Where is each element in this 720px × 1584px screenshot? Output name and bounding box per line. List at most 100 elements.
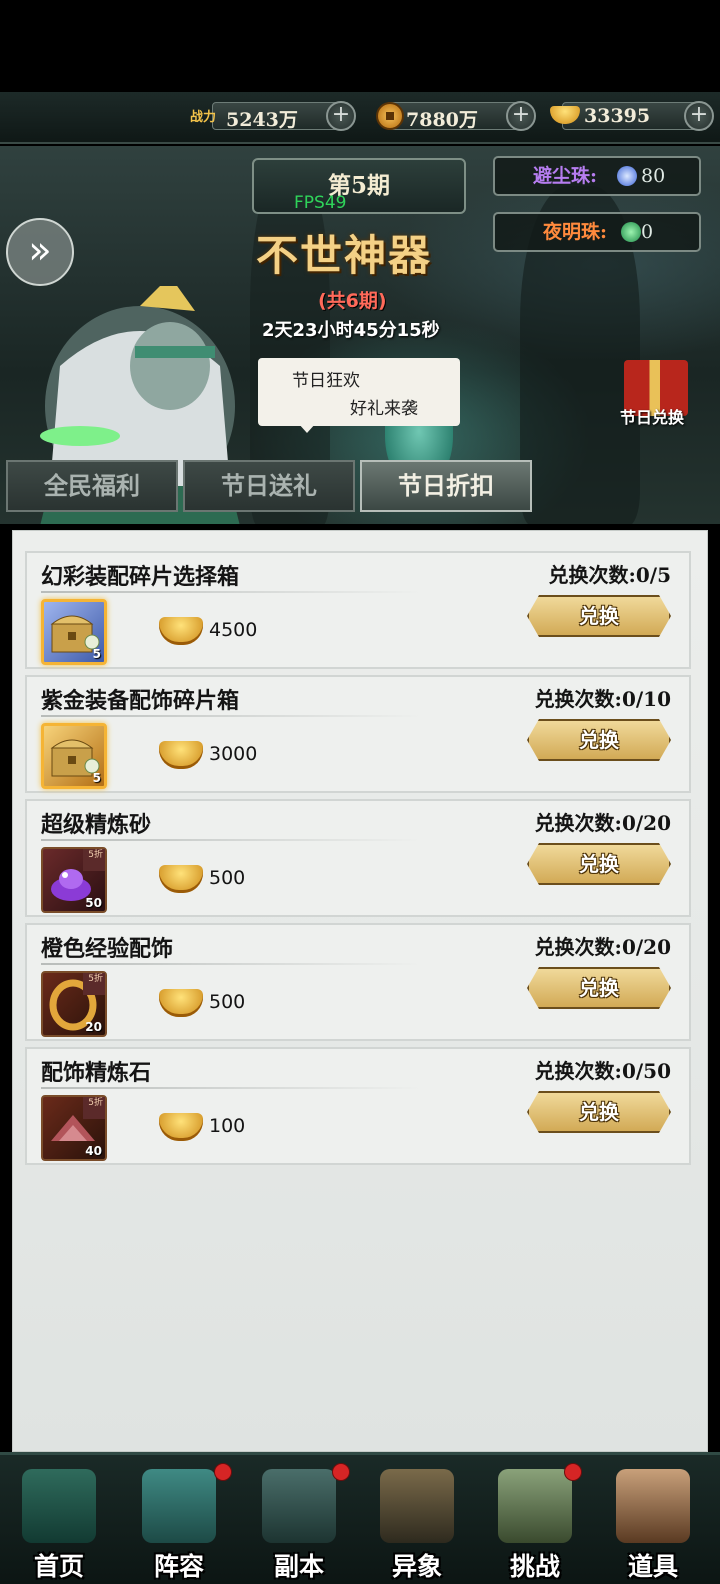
coins-plus-button[interactable]: +	[506, 101, 536, 131]
item-price: 500	[209, 991, 246, 1013]
item-name: 配饰精炼石	[41, 1060, 152, 1086]
notification-dot	[214, 1463, 232, 1481]
speech-bubble: 节日狂欢 好礼来袭	[258, 358, 460, 433]
power-label: 战力	[190, 110, 217, 125]
coins-display: 7880万 +	[372, 101, 536, 132]
home-icon	[22, 1469, 96, 1543]
tab-bar: 全民福利 节日送礼 节日折扣	[6, 460, 536, 514]
dust-pearl-icon	[617, 166, 637, 186]
exchange-button[interactable]: 兑换	[527, 719, 671, 761]
event-banner: » 第5期 FPS49 不世神器 (共6期) 2天23小时45分15秒 节日狂欢…	[0, 146, 720, 524]
ingot-icon	[159, 865, 203, 893]
ingot-icon	[159, 1113, 203, 1141]
tab-festival-gifts[interactable]: 节日送礼	[183, 460, 355, 512]
tab-public-welfare[interactable]: 全民福利	[6, 460, 178, 512]
item-name: 幻彩装配碎片选择箱	[41, 564, 240, 590]
notification-dot	[564, 1463, 582, 1481]
item-quantity: 5	[92, 647, 101, 661]
period-label: 第5期	[252, 158, 466, 214]
item-thumbnail[interactable]: 5折 20	[41, 971, 107, 1037]
item-price: 3000	[209, 743, 258, 765]
discount-badge: 5折	[83, 849, 105, 871]
nav-item-challenge[interactable]: 挑战	[476, 1455, 594, 1584]
sword-icon	[262, 1469, 336, 1543]
ingots-display: 33395 +	[548, 101, 714, 132]
coin-icon	[376, 102, 404, 130]
power-display: 战力 5243万 +	[190, 101, 356, 132]
nav-item-items[interactable]: 道具	[594, 1455, 712, 1584]
item-price: 4500	[209, 619, 258, 641]
exchange-button[interactable]: 兑换	[527, 843, 671, 885]
power-plus-button[interactable]: +	[326, 101, 356, 131]
ingot-icon	[159, 989, 203, 1017]
fps-counter: FPS49	[294, 193, 347, 213]
night-pearl-label: 夜明珠:	[543, 221, 608, 243]
item-quantity: 50	[85, 896, 102, 910]
crossed-swords-icon	[380, 1469, 454, 1543]
exchange-button[interactable]: 兑换	[527, 595, 671, 637]
status-bar-area	[0, 0, 720, 92]
notification-dot	[332, 1463, 350, 1481]
dust-pearl-label: 避尘珠:	[533, 165, 598, 187]
nav-label: 挑战	[509, 1552, 560, 1581]
festival-exchange-label[interactable]: 节日兑换	[620, 404, 684, 428]
event-title: 不世神器	[256, 231, 433, 280]
nav-label: 阵容	[153, 1552, 204, 1581]
item-thumbnail[interactable]: 5	[41, 723, 107, 789]
list-item: 配饰精炼石 兑换次数:0/50 5折 40 100 兑换	[25, 1047, 691, 1165]
exchange-count: 兑换次数:0/20	[534, 935, 671, 959]
lineup-icon	[142, 1469, 216, 1543]
dust-pearl-display: 避尘珠: 80	[493, 156, 701, 196]
ingot-icon	[159, 617, 203, 645]
item-quantity: 40	[85, 1144, 102, 1158]
item-thumbnail[interactable]: 5	[41, 599, 107, 665]
discount-badge: 5折	[83, 973, 105, 995]
nav-label: 首页	[33, 1552, 84, 1581]
exchange-count: 兑换次数:0/50	[534, 1059, 671, 1083]
night-pearl-icon	[621, 222, 641, 242]
bag-icon	[616, 1469, 690, 1543]
nav-label: 异象	[391, 1552, 442, 1581]
tab-festival-discount[interactable]: 节日折扣	[360, 460, 532, 512]
item-name: 超级精炼砂	[41, 812, 152, 838]
coins-value: 7880万	[406, 109, 478, 131]
discount-badge: 5折	[83, 1097, 105, 1119]
resource-bar: 战力 5243万 + 7880万 + 33395 +	[0, 92, 720, 144]
item-price: 500	[209, 867, 246, 889]
item-price: 100	[209, 1115, 246, 1137]
exchange-count: 兑换次数:0/20	[534, 811, 671, 835]
power-value: 5243万	[226, 109, 298, 131]
ingot-icon	[159, 741, 203, 769]
item-quantity: 20	[85, 1020, 102, 1034]
item-quantity: 5	[92, 771, 101, 785]
nav-item-home[interactable]: 首页	[0, 1455, 118, 1584]
night-pearl-display: 夜明珠: 0	[493, 212, 701, 252]
nav-item-phenomenon[interactable]: 异象	[358, 1455, 476, 1584]
list-item: 超级精炼砂 兑换次数:0/20 5折 50 500 兑换	[25, 799, 691, 917]
item-name: 紫金装备配饰碎片箱	[41, 688, 240, 714]
ingots-plus-button[interactable]: +	[684, 101, 714, 131]
list-item: 幻彩装配碎片选择箱 兑换次数:0/5 5 4500 兑换	[25, 551, 691, 669]
list-item: 紫金装备配饰碎片箱 兑换次数:0/10 5 3000 兑换	[25, 675, 691, 793]
item-name: 橙色经验配饰	[41, 936, 174, 962]
nav-label: 副本	[273, 1552, 324, 1581]
bottom-nav: 首页 阵容 副本 异象 挑战 道具	[0, 1452, 720, 1584]
countdown-timer: 2天23小时45分15秒	[262, 320, 440, 341]
list-item: 橙色经验配饰 兑换次数:0/20 5折 20 500 兑换	[25, 923, 691, 1041]
item-thumbnail[interactable]: 5折 50	[41, 847, 107, 913]
bubble-line-2: 好礼来袭	[350, 399, 418, 419]
nav-item-dungeon[interactable]: 副本	[240, 1455, 358, 1584]
nav-item-lineup[interactable]: 阵容	[120, 1455, 238, 1584]
scroll-map-icon	[498, 1469, 572, 1543]
bubble-line-1: 节日狂欢	[292, 371, 360, 391]
ingots-value: 33395	[584, 105, 651, 127]
exchange-button[interactable]: 兑换	[527, 967, 671, 1009]
expand-menu-button[interactable]: »	[6, 218, 74, 286]
exchange-count: 兑换次数:0/10	[534, 687, 671, 711]
exchange-count: 兑换次数:0/5	[548, 563, 671, 587]
dust-pearl-value: 80	[641, 165, 666, 187]
exchange-button[interactable]: 兑换	[527, 1091, 671, 1133]
nav-label: 道具	[627, 1552, 678, 1581]
item-thumbnail[interactable]: 5折 40	[41, 1095, 107, 1161]
exchange-panel: 幻彩装配碎片选择箱 兑换次数:0/5 5 4500 兑换 紫金装备配饰碎片箱 兑…	[12, 530, 708, 1452]
